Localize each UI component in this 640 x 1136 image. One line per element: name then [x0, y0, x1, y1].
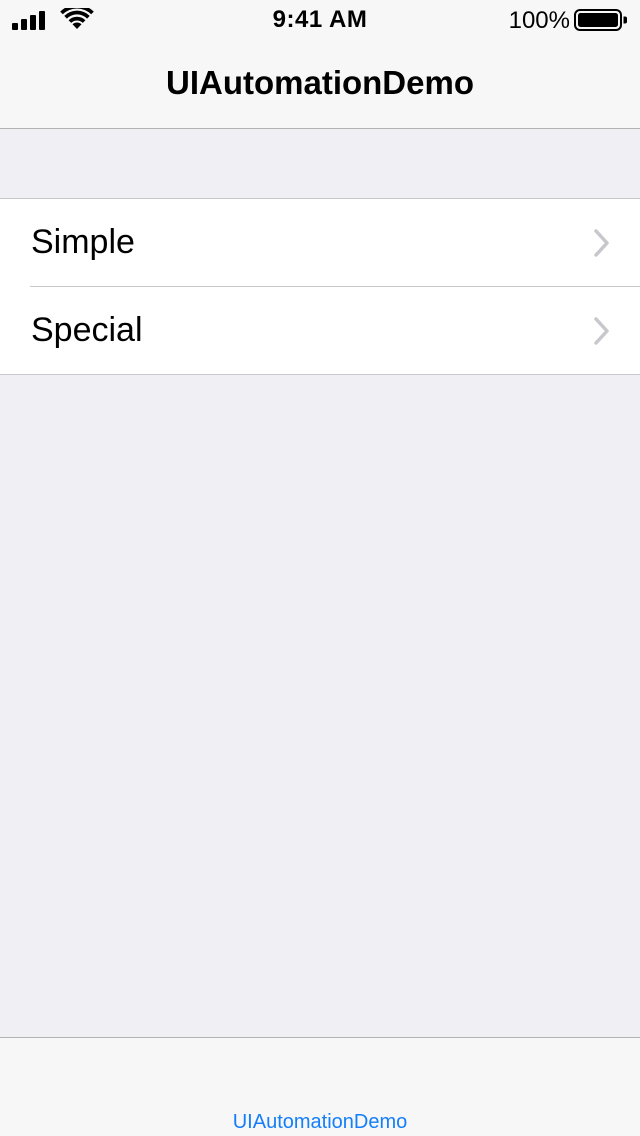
page-title: UIAutomationDemo: [166, 64, 474, 101]
chevron-right-icon: [594, 229, 609, 257]
app-screen: 9:41 AM 100% UIAutomationDemo Simple Spe…: [0, 0, 640, 1136]
chevron-right-icon: [594, 317, 609, 345]
battery-full-icon: [574, 9, 627, 31]
bottom-toolbar: UIAutomationDemo: [0, 1037, 640, 1136]
toolbar-link-button[interactable]: UIAutomationDemo: [0, 1111, 640, 1134]
row-label: Special: [31, 311, 143, 349]
navigation-bar: UIAutomationDemo: [0, 40, 640, 128]
battery-percent: 100%: [508, 7, 570, 34]
table-row-special[interactable]: Special: [0, 286, 640, 374]
table-row-simple[interactable]: Simple: [0, 199, 640, 286]
status-bar: 9:41 AM 100%: [0, 0, 640, 40]
row-label: Simple: [31, 223, 135, 261]
top-bars: 9:41 AM 100% UIAutomationDemo: [0, 0, 640, 129]
table-view: Simple Special: [0, 198, 640, 375]
